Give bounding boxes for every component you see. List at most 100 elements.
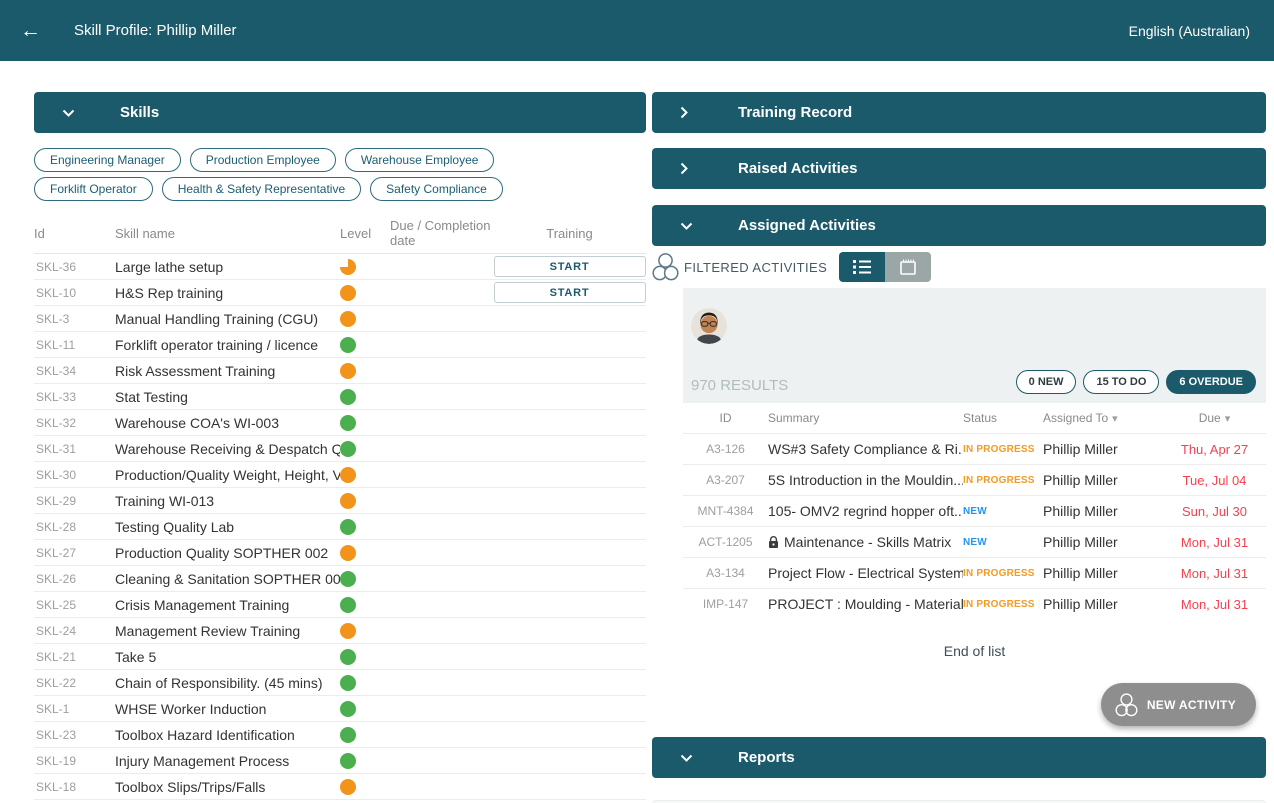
activities-table-header: ID Summary Status Assigned To▾ Due▾ (683, 403, 1266, 433)
training-record-panel-header[interactable]: Training Record (652, 92, 1266, 133)
skill-level-cell (340, 440, 390, 457)
skill-name: Toolbox Hazard Identification (115, 727, 340, 743)
skill-chip[interactable]: Production Employee (190, 148, 336, 172)
skill-id: SKL-34 (34, 364, 115, 378)
activity-summary: 105- OMV2 regrind hopper oft... (768, 503, 963, 519)
skill-level-cell (340, 466, 390, 483)
skill-chip[interactable]: Warehouse Employee (345, 148, 495, 172)
table-row[interactable]: SKL-33Stat Testing (34, 384, 646, 410)
list-view-button[interactable] (839, 252, 885, 282)
activity-assigned-to: Phillip Miller (1043, 441, 1163, 457)
col-due[interactable]: Due▾ (1163, 411, 1266, 425)
skill-level-cell (340, 570, 390, 587)
assigned-activities-panel-header[interactable]: Assigned Activities (652, 205, 1266, 246)
table-row[interactable]: SKL-18Toolbox Slips/Trips/Falls (34, 774, 646, 800)
new-activity-button[interactable]: NEW ACTIVITY (1101, 683, 1256, 726)
table-row[interactable]: MNT-4384105- OMV2 regrind hopper oft...N… (683, 495, 1266, 526)
calendar-view-button[interactable] (885, 252, 931, 282)
level-indicator (340, 311, 356, 327)
reports-panel-header[interactable]: Reports (652, 737, 1266, 778)
activity-cluster-icon (652, 252, 679, 282)
skill-level-cell (340, 310, 390, 327)
activity-status: NEW (963, 537, 1043, 548)
skills-table-body: SKL-36Large lathe setupSTARTSKL-10H&S Re… (34, 254, 646, 803)
table-row[interactable]: SKL-23Toolbox Hazard Identification (34, 722, 646, 748)
table-row[interactable]: A3-126WS#3 Safety Compliance & Ri...IN P… (683, 433, 1266, 464)
table-row[interactable]: A3-134Project Flow - Electrical SystemIN… (683, 557, 1266, 588)
skill-level-cell (340, 778, 390, 795)
table-row[interactable]: SKL-34Risk Assessment Training (34, 358, 646, 384)
col-summary: Summary (768, 411, 963, 425)
skill-chip[interactable]: Forklift Operator (34, 177, 153, 201)
table-row[interactable]: SKL-26Cleaning & Sanitation SOPTHER 003 (34, 566, 646, 592)
activities-section: Training Record Raised Activities Assign… (652, 92, 1266, 803)
skill-name: H&S Rep training (115, 285, 340, 301)
skill-name: Manual Handling Training (CGU) (115, 311, 340, 327)
table-row[interactable]: SKL-22Chain of Responsibility. (45 mins) (34, 670, 646, 696)
count-badge[interactable]: 15 TO DO (1083, 370, 1159, 394)
table-row[interactable]: SKL-25Crisis Management Training (34, 592, 646, 618)
level-indicator (340, 597, 356, 613)
col-due-completion-date: Due / Completion date (390, 218, 493, 248)
activity-assigned-to: Phillip Miller (1043, 565, 1163, 581)
start-training-button[interactable]: START (494, 282, 646, 303)
skill-name: Warehouse Receiving & Despatch QP... (115, 441, 340, 457)
table-row[interactable]: SKL-30Production/Quality Weight, Height,… (34, 462, 646, 488)
table-row[interactable]: SKL-27Production Quality SOPTHER 002 (34, 540, 646, 566)
col-training: Training (493, 226, 646, 241)
activities-summary-panel: 970 RESULTS 0 NEW15 TO DO6 OVERDUE (683, 288, 1266, 403)
language-selector[interactable]: English (Australian) (1129, 23, 1250, 39)
filtered-activities-label: FILTERED ACTIVITIES (684, 260, 827, 275)
table-row[interactable]: A3-2075S Introduction in the Mouldin...I… (683, 464, 1266, 495)
back-arrow-icon[interactable]: ← (20, 19, 50, 43)
skills-table: Id Skill name Level Due / Completion dat… (34, 213, 646, 803)
count-badge[interactable]: 0 NEW (1016, 370, 1077, 394)
filter-row: FILTERED ACTIVITIES (652, 246, 1266, 288)
end-of-list-wrap: End of list (683, 643, 1266, 661)
table-row[interactable]: ACT-1205Maintenance - Skills MatrixNEWPh… (683, 526, 1266, 557)
level-indicator (340, 493, 356, 509)
activity-assigned-to: Phillip Miller (1043, 503, 1163, 519)
table-row[interactable]: SKL-28Testing Quality Lab (34, 514, 646, 540)
reports-title: Reports (738, 749, 795, 766)
skill-name: Training WI-013 (115, 493, 340, 509)
skill-level-cell (340, 336, 390, 353)
table-row[interactable]: SKL-29Training WI-013 (34, 488, 646, 514)
activity-summary: PROJECT : Moulding - Material... (768, 596, 963, 612)
level-indicator (340, 701, 356, 717)
skill-level-cell (340, 284, 390, 301)
table-row[interactable]: SKL-24Management Review Training (34, 618, 646, 644)
training-record-title: Training Record (738, 104, 852, 121)
skill-level-cell (340, 726, 390, 743)
count-badge[interactable]: 6 OVERDUE (1166, 370, 1256, 394)
skill-chip[interactable]: Health & Safety Representative (162, 177, 361, 201)
skill-name: Toolbox Slips/Trips/Falls (115, 779, 340, 795)
activity-summary: Project Flow - Electrical System (768, 565, 963, 581)
avatar[interactable] (691, 308, 727, 344)
level-indicator (340, 363, 356, 379)
table-row[interactable]: SKL-31Warehouse Receiving & Despatch QP.… (34, 436, 646, 462)
activity-id: A3-134 (683, 566, 768, 580)
activity-due-date: Mon, Jul 31 (1163, 535, 1266, 550)
start-training-button[interactable]: START (494, 256, 646, 277)
activity-status: IN PROGRESS (963, 568, 1043, 579)
skills-panel-header[interactable]: Skills (34, 92, 646, 133)
skill-level-cell (340, 518, 390, 535)
skill-chip[interactable]: Safety Compliance (370, 177, 503, 201)
skill-id: SKL-11 (34, 338, 115, 352)
skill-level-cell (340, 752, 390, 769)
table-row[interactable]: SKL-3Manual Handling Training (CGU) (34, 306, 646, 332)
table-row[interactable]: SKL-19Injury Management Process (34, 748, 646, 774)
chevron-right-icon (680, 162, 694, 175)
activities-table: ID Summary Status Assigned To▾ Due▾ A3-1… (683, 403, 1266, 619)
table-row[interactable]: SKL-10H&S Rep trainingSTART (34, 280, 646, 306)
table-row[interactable]: SKL-32Warehouse COA's WI-003 (34, 410, 646, 436)
col-assigned-to[interactable]: Assigned To▾ (1043, 411, 1163, 425)
table-row[interactable]: IMP-147PROJECT : Moulding - Material...I… (683, 588, 1266, 619)
table-row[interactable]: SKL-21Take 5 (34, 644, 646, 670)
table-row[interactable]: SKL-11Forklift operator training / licen… (34, 332, 646, 358)
table-row[interactable]: SKL-1WHSE Worker Induction (34, 696, 646, 722)
table-row[interactable]: SKL-36Large lathe setupSTART (34, 254, 646, 280)
skill-chip[interactable]: Engineering Manager (34, 148, 181, 172)
raised-activities-panel-header[interactable]: Raised Activities (652, 148, 1266, 189)
